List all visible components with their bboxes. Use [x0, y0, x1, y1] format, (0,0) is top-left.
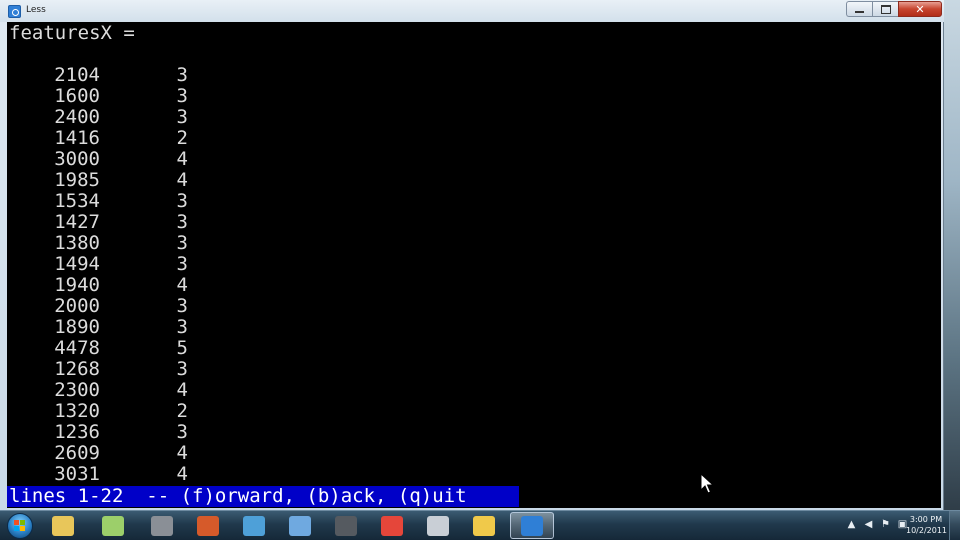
pager-status-bar: lines 1-22 -- (f)orward, (b)ack, (q)uit: [7, 486, 519, 507]
matrix-cell-col2: 3: [176, 316, 188, 338]
system-tray: ▲ ◀ ⚑ ▣: [846, 519, 908, 530]
matrix-cell-col2: 4: [176, 169, 188, 191]
matrix-cell-col1: 2300: [54, 379, 100, 401]
maximize-icon: [880, 4, 891, 14]
network-icon: [289, 515, 311, 536]
taskbar-button-octave[interactable]: [510, 512, 554, 539]
matrix-cell-col2: 4: [176, 463, 188, 485]
matrix-cell-col1: 1416: [54, 127, 100, 149]
taskbar-button-python[interactable]: [462, 512, 506, 539]
clock-time: 3:00 PM: [909, 515, 943, 524]
matrix-cell-col1: 3031: [54, 463, 100, 485]
matrix-cell-col2: 3: [176, 106, 188, 128]
volume-icon[interactable]: ◀: [863, 519, 874, 530]
matrix-cell-col1: 2104: [54, 64, 100, 86]
less-window: Less ✕ featuresX = 2104 3 1600 3 2400 3 1416 2 3…: [0, 0, 944, 510]
matrix-cell-col1: 1236: [54, 421, 100, 443]
windows-logo-icon: [7, 512, 33, 539]
clock[interactable]: 3:00 PM 10/2/2011: [906, 514, 948, 536]
matrix-cell-col2: 5: [176, 337, 188, 359]
taskbar-button-tools[interactable]: [140, 512, 184, 539]
matrix-cell-col2: 2: [176, 400, 188, 422]
python-icon: [473, 515, 495, 536]
matrix-cell-col1: 1268: [54, 358, 100, 380]
title-bar[interactable]: Less ✕: [0, 0, 944, 22]
taskbar-button-powerpoint[interactable]: [186, 512, 230, 539]
matrix-cell-col1: 3000: [54, 148, 100, 170]
matrix-cell-col2: 4: [176, 148, 188, 170]
terminal-output[interactable]: featuresX = 2104 3 1600 3 2400 3 1416 2 3000 4 198…: [7, 22, 941, 508]
close-button[interactable]: ✕: [898, 1, 942, 17]
taskbar-button-chrome[interactable]: [370, 512, 414, 539]
matrix-cell-col1: 1494: [54, 253, 100, 275]
notes-icon: [102, 515, 124, 536]
action-center-flag-icon[interactable]: ⚑: [880, 519, 891, 530]
matrix-cell-col2: 3: [176, 295, 188, 317]
close-icon: ✕: [915, 2, 925, 16]
matrix-cell-col1: 1320: [54, 400, 100, 422]
taskbar: ▲ ◀ ⚑ ▣ 3:00 PM 10/2/2011: [0, 510, 960, 540]
variable-name-line: featuresX =: [9, 22, 135, 44]
show-desktop-button[interactable]: [949, 511, 960, 540]
matrix-cell-col2: 3: [176, 85, 188, 107]
matrix-cell-col2: 4: [176, 379, 188, 401]
taskbar-button-webcam[interactable]: [416, 512, 460, 539]
matrix-cell-col2: 3: [176, 232, 188, 254]
explorer-icon: [52, 515, 74, 536]
matrix-cell-col1: 2609: [54, 442, 100, 464]
matrix-cell-col1: 4478: [54, 337, 100, 359]
caption-buttons: ✕: [846, 1, 942, 17]
taskbar-button-explorer[interactable]: [41, 512, 85, 539]
matrix-cell-col2: 3: [176, 64, 188, 86]
matrix-cell-col2: 3: [176, 358, 188, 380]
matrix-cell-col2: 3: [176, 253, 188, 275]
taskbar-button-remote[interactable]: [232, 512, 276, 539]
matrix-cell-col1: 1380: [54, 232, 100, 254]
chrome-icon: [381, 515, 403, 536]
matrix-cell-col1: 1985: [54, 169, 100, 191]
matrix-cell-col1: 2000: [54, 295, 100, 317]
matrix-cell-col1: 1534: [54, 190, 100, 212]
tools-icon: [151, 515, 173, 536]
matrix-cell-col1: 1890: [54, 316, 100, 338]
taskbar-button-notes[interactable]: [91, 512, 135, 539]
minimize-button[interactable]: [846, 1, 872, 17]
matrix-cell-col2: 3: [176, 190, 188, 212]
matrix-cell-col2: 3: [176, 421, 188, 443]
matrix-cell-col1: 1600: [54, 85, 100, 107]
matrix-cell-col1: 2400: [54, 106, 100, 128]
maximize-button[interactable]: [872, 1, 898, 17]
matrix-cell-col2: 3: [176, 211, 188, 233]
matrix-cell-col1: 1427: [54, 211, 100, 233]
minimize-icon: [855, 11, 864, 13]
window-title: Less: [26, 5, 46, 15]
matrix-cell-col1: 1940: [54, 274, 100, 296]
webcam-icon: [427, 515, 449, 536]
camera-icon: [335, 515, 357, 536]
matrix-cell-col2: 2: [176, 127, 188, 149]
app-icon[interactable]: [8, 5, 21, 18]
octave-icon: [521, 515, 543, 536]
clock-date: 10/2/2011: [906, 526, 948, 535]
matrix-cell-col2: 4: [176, 442, 188, 464]
start-button[interactable]: [3, 511, 37, 540]
mouse-cursor-icon: [700, 473, 714, 494]
powerpoint-icon: [197, 515, 219, 536]
taskbar-button-camera[interactable]: [324, 512, 368, 539]
matrix-cell-col2: 4: [176, 274, 188, 296]
remote-icon: [243, 515, 265, 536]
taskbar-button-network[interactable]: [278, 512, 322, 539]
show-hidden-icons-icon[interactable]: ▲: [846, 519, 857, 530]
